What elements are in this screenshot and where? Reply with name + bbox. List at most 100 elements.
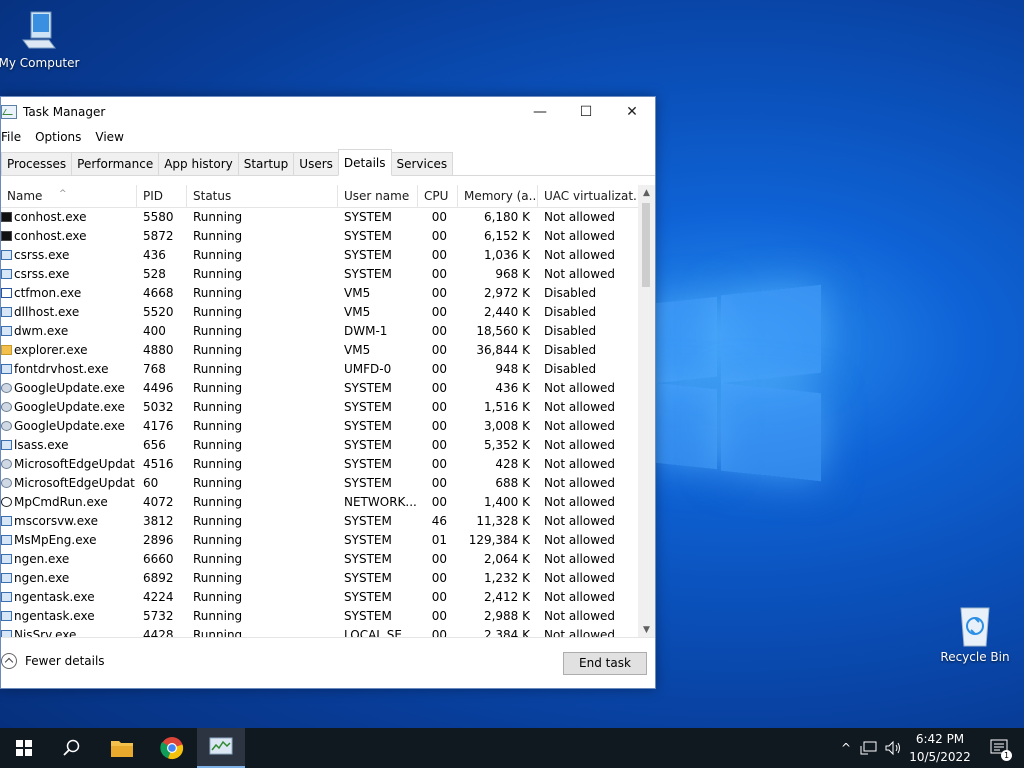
table-row[interactable]: GoogleUpdate.exe 4496 Running SYSTEM 00 436 K…	[1, 379, 638, 398]
fewer-details-button[interactable]: Fewer details	[1, 653, 105, 669]
process-uac: Disabled	[544, 343, 597, 357]
menu-file[interactable]: File	[1, 130, 21, 144]
tab-performance[interactable]: Performance	[71, 152, 160, 175]
process-status: Running	[193, 552, 243, 566]
vertical-scrollbar[interactable]: ▲ ▼	[638, 185, 655, 638]
column-header-uac[interactable]: UAC virtualizat...	[538, 185, 638, 207]
process-user-name: SYSTEM	[344, 590, 392, 604]
process-uac: Not allowed	[544, 400, 616, 414]
table-row[interactable]: MicrosoftEdgeUpdat... 60 Running SYSTEM 00 68…	[1, 474, 638, 493]
title-bar[interactable]: Task Manager — ☐ ✕	[1, 97, 655, 126]
process-uac: Disabled	[544, 324, 597, 338]
process-status: Running	[193, 476, 243, 490]
table-row[interactable]: MicrosoftEdgeUpdat... 4516 Running SYSTEM 00…	[1, 455, 638, 474]
volume-icon[interactable]	[884, 740, 902, 756]
column-header-user-name[interactable]: User name	[338, 185, 418, 207]
chrome-taskbar-button[interactable]	[148, 728, 196, 768]
process-name: explorer.exe	[1, 341, 135, 360]
table-row[interactable]: GoogleUpdate.exe 5032 Running SYSTEM 00 1,516…	[1, 398, 638, 417]
table-row[interactable]: ngentask.exe 5732 Running SYSTEM 00 2,988 K No…	[1, 607, 638, 626]
table-row[interactable]: explorer.exe 4880 Running VM5 00 36,844 K Disa…	[1, 341, 638, 360]
window-title: Task Manager	[23, 104, 106, 119]
process-cpu: 00	[431, 305, 447, 319]
maximize-button[interactable]: ☐	[563, 97, 609, 126]
start-button[interactable]	[0, 728, 48, 768]
process-uac: Not allowed	[544, 438, 616, 452]
column-header-cpu[interactable]: CPU	[418, 185, 458, 207]
process-name: GoogleUpdate.exe	[1, 398, 135, 417]
table-row[interactable]: MsMpEng.exe 2896 Running SYSTEM 01 129,384 K N…	[1, 531, 638, 550]
clock[interactable]: 6:42 PM 10/5/2022	[905, 730, 975, 766]
table-row[interactable]: lsass.exe 656 Running SYSTEM 00 5,352 K Not al…	[1, 436, 638, 455]
end-task-button[interactable]: End task	[563, 652, 647, 675]
file-explorer-taskbar-button[interactable]	[98, 728, 146, 768]
process-uac: Not allowed	[544, 514, 616, 528]
process-name: ctfmon.exe	[1, 284, 135, 303]
table-row[interactable]: conhost.exe 5872 Running SYSTEM 00 6,152 K Not…	[1, 227, 638, 246]
tab-strip: Processes Performance App history Startu…	[1, 148, 655, 176]
process-uac: Not allowed	[544, 267, 616, 281]
process-memory: 18,560 K	[476, 324, 530, 338]
recycle-bin-desktop-icon[interactable]: Recycle Bin	[932, 604, 1018, 664]
process-memory: 11,328 K	[476, 514, 530, 528]
table-row[interactable]: csrss.exe 436 Running SYSTEM 00 1,036 K Not al…	[1, 246, 638, 265]
scroll-up-icon[interactable]: ▲	[638, 185, 655, 201]
process-uac: Disabled	[544, 362, 597, 376]
process-cpu: 00	[431, 476, 447, 490]
process-cpu: 00	[431, 552, 447, 566]
table-row[interactable]: ngentask.exe 4224 Running SYSTEM 00 2,412 K No…	[1, 588, 638, 607]
table-row[interactable]: mscorsvw.exe 3812 Running SYSTEM 46 11,328 K N…	[1, 512, 638, 531]
column-header-name[interactable]: ^ Name	[1, 185, 137, 207]
scrollbar-thumb[interactable]	[642, 203, 650, 287]
table-row[interactable]: GoogleUpdate.exe 4176 Running SYSTEM 00 3,008…	[1, 417, 638, 436]
tab-startup[interactable]: Startup	[237, 152, 295, 175]
fewer-details-label: Fewer details	[25, 654, 105, 668]
show-hidden-icons-chevron-icon[interactable]: ^	[838, 741, 854, 755]
scroll-down-icon[interactable]: ▼	[638, 622, 655, 638]
my-computer-desktop-icon[interactable]: My Computer	[0, 10, 82, 70]
table-row[interactable]: ctfmon.exe 4668 Running VM5 00 2,972 K Disable…	[1, 284, 638, 303]
process-status: Running	[193, 400, 243, 414]
action-center-button[interactable]: 1	[976, 728, 1024, 768]
process-uac: Not allowed	[544, 590, 616, 604]
process-pid: 60	[143, 476, 159, 490]
process-pid: 5872	[143, 229, 174, 243]
table-row[interactable]: dllhost.exe 5520 Running VM5 00 2,440 K Disabl…	[1, 303, 638, 322]
process-user-name: UMFD-0	[344, 362, 392, 376]
close-button[interactable]: ✕	[609, 97, 655, 126]
process-user-name: NETWORK...	[344, 495, 416, 509]
table-row[interactable]: dwm.exe 400 Running DWM-1 00 18,560 K Disabled	[1, 322, 638, 341]
recycle-bin-label: Recycle Bin	[940, 650, 1010, 664]
table-row[interactable]: ngen.exe 6660 Running SYSTEM 00 2,064 K Not al…	[1, 550, 638, 569]
clock-date: 10/5/2022	[909, 750, 971, 764]
tab-services[interactable]: Services	[390, 152, 454, 175]
menu-view[interactable]: View	[95, 130, 123, 144]
table-row[interactable]: fontdrvhost.exe 768 Running UMFD-0 00 948 K Di…	[1, 360, 638, 379]
task-manager-taskbar-button[interactable]	[197, 728, 245, 768]
process-memory: 1,400 K	[483, 495, 530, 509]
process-pid: 4880	[143, 343, 174, 357]
column-header-memory[interactable]: Memory (a...	[458, 185, 538, 207]
tab-app-history[interactable]: App history	[158, 152, 239, 175]
menu-options[interactable]: Options	[35, 130, 81, 144]
column-header-pid[interactable]: PID	[137, 185, 187, 207]
process-cpu: 00	[431, 438, 447, 452]
table-row[interactable]: conhost.exe 5580 Running SYSTEM 00 6,180 K Not…	[1, 208, 638, 227]
tab-users[interactable]: Users	[293, 152, 339, 175]
column-header-status[interactable]: Status	[187, 185, 338, 207]
table-row[interactable]: MpCmdRun.exe 4072 Running NETWORK... 00 1,400…	[1, 493, 638, 512]
table-row[interactable]: ngen.exe 6892 Running SYSTEM 00 1,232 K Not al…	[1, 569, 638, 588]
process-name: mscorsvw.exe	[1, 512, 135, 531]
process-name: ngen.exe	[1, 569, 135, 588]
search-button[interactable]	[48, 728, 96, 768]
table-row[interactable]: csrss.exe 528 Running SYSTEM 00 968 K Not allo…	[1, 265, 638, 284]
tab-details[interactable]: Details	[337, 149, 392, 176]
minimize-button[interactable]: —	[517, 97, 563, 126]
network-icon[interactable]	[860, 740, 878, 756]
process-name: MicrosoftEdgeUpdat...	[1, 455, 135, 474]
tab-processes[interactable]: Processes	[1, 152, 73, 175]
process-cpu: 00	[431, 400, 447, 414]
process-status: Running	[193, 381, 243, 395]
process-pid: 2896	[143, 533, 174, 547]
process-user-name: SYSTEM	[344, 533, 392, 547]
